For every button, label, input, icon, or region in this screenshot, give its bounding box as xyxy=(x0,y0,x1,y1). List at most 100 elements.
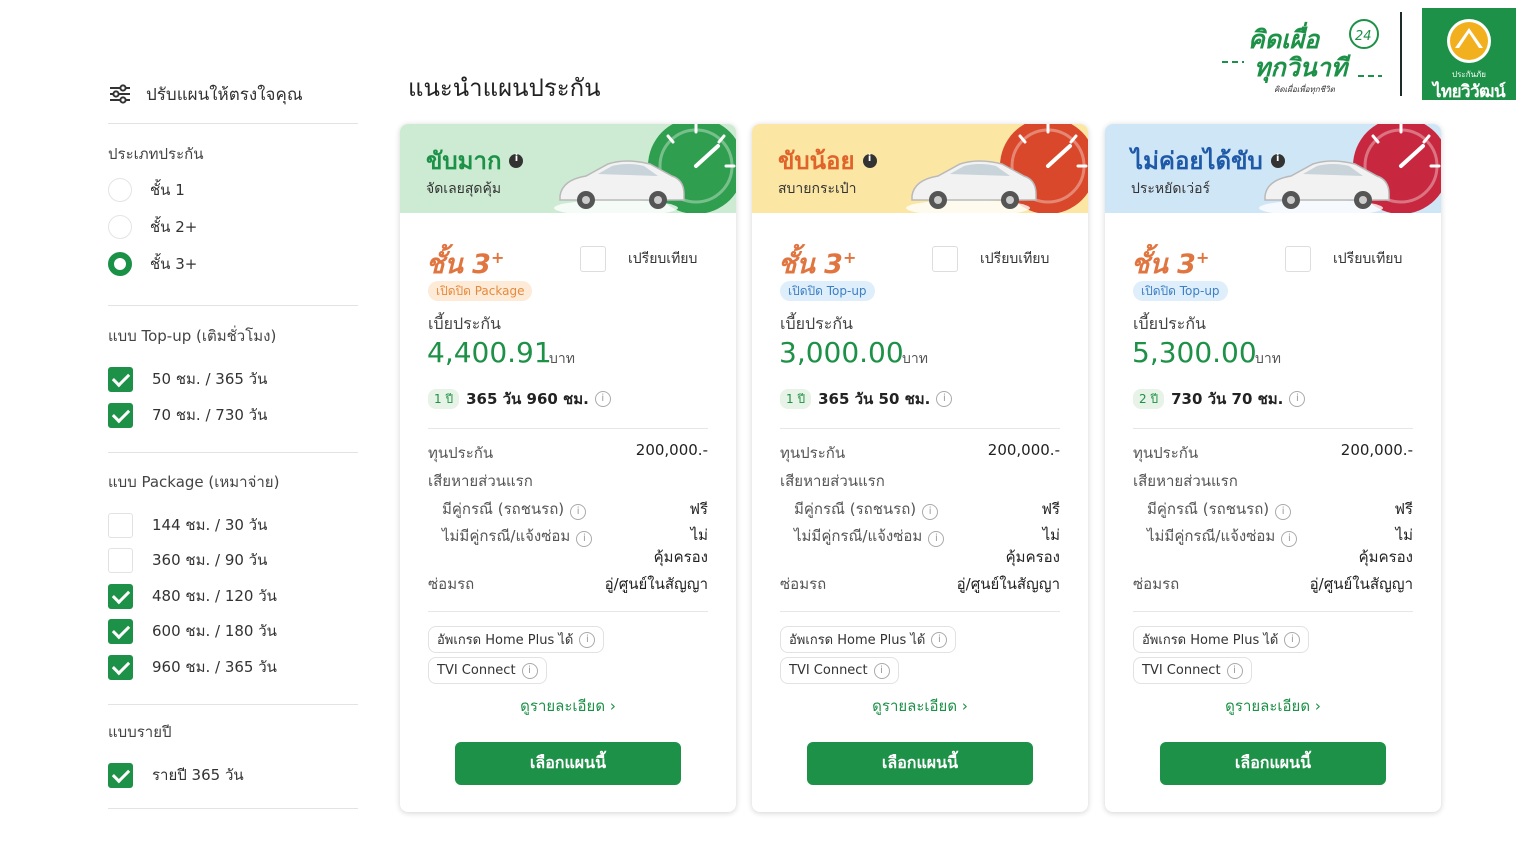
checkbox-topup-50[interactable]: 50 ชม. / 365 วัน xyxy=(108,366,267,392)
info-icon[interactable]: i xyxy=(570,504,587,520)
coverage-class-text: ชั้น 3 xyxy=(426,249,491,280)
plan-card: ขับมาก จัดเลยสุดคุ้ม xyxy=(400,124,736,812)
radio-class-1[interactable]: ชั้น 1 xyxy=(108,177,185,203)
chip-home-plus[interactable]: อัพเกรด Home Plus ได้ i xyxy=(1133,626,1310,653)
compare-checkbox[interactable] xyxy=(932,246,958,272)
info-icon[interactable]: i xyxy=(576,531,593,547)
chip-home-plus[interactable]: อัพเกรด Home Plus ได้ i xyxy=(428,626,605,653)
view-details-link[interactable]: ดูรายละเอียด › xyxy=(1105,694,1441,718)
radio-button[interactable] xyxy=(108,215,132,239)
checkbox[interactable] xyxy=(108,654,133,680)
group-title-insurance-type: ประเภทประกัน xyxy=(108,145,204,163)
chip-home-plus[interactable]: อัพเกรด Home Plus ได้ i xyxy=(780,626,957,653)
repair-label: ซ่อมรถ xyxy=(780,575,827,593)
compare-checkbox[interactable] xyxy=(1285,246,1311,272)
info-icon[interactable]: i xyxy=(873,662,890,679)
checkbox-package-600[interactable]: 600 ชม. / 180 วัน xyxy=(108,618,277,644)
checkbox[interactable] xyxy=(108,402,133,428)
info-icon[interactable]: i xyxy=(922,504,939,520)
divider xyxy=(108,704,358,705)
price-unit: บาท xyxy=(902,351,928,367)
info-icon[interactable]: i xyxy=(1226,662,1243,679)
deductible-label: เสียหายส่วนแรก xyxy=(780,472,885,490)
premium-label: เบี้ยประกัน xyxy=(428,314,501,333)
divider xyxy=(108,808,358,809)
divider xyxy=(1133,428,1413,429)
chip-tvi-connect[interactable]: TVI Connect i xyxy=(428,657,547,684)
chip-tvi-connect[interactable]: TVI Connect i xyxy=(780,657,899,684)
chip-label: อัพเกรด Home Plus ได้ xyxy=(437,633,574,648)
checkbox[interactable] xyxy=(108,583,133,609)
repair-label: ซ่อมรถ xyxy=(428,575,475,593)
chip-label: TVI Connect xyxy=(1142,663,1221,678)
info-icon[interactable] xyxy=(862,153,877,168)
checkbox[interactable] xyxy=(108,618,133,644)
info-icon[interactable]: i xyxy=(579,631,596,648)
radio-button[interactable] xyxy=(108,178,132,202)
info-icon[interactable]: i xyxy=(931,631,948,648)
checkbox-package-144[interactable]: 144 ชม. / 30 วัน xyxy=(108,512,267,538)
premium-label: เบี้ยประกัน xyxy=(780,314,853,333)
page-title: แนะนำแผนประกัน xyxy=(408,74,601,102)
sidebar-heading[interactable]: ปรับแผนให้ตรงใจคุณ xyxy=(108,78,303,110)
checkbox[interactable] xyxy=(108,366,133,392)
no-party-row: ไม่มีคู่กรณี/แจ้งซ่อม i xyxy=(794,524,945,548)
info-icon[interactable]: i xyxy=(1289,391,1306,407)
option-label: 600 ชม. / 180 วัน xyxy=(152,622,277,640)
coverage-class-text: ชั้น 3 xyxy=(778,249,843,280)
group-title-topup: แบบ Top-up (เติมชั่วโมง) xyxy=(108,327,277,345)
plan-subtitle: จัดเลยสุดคุ้ม xyxy=(426,181,502,197)
coverage-class: ชั้น 3+ xyxy=(1131,242,1209,285)
chip-label: TVI Connect xyxy=(789,663,868,678)
group-title-annual: แบบรายปี xyxy=(108,723,172,741)
car-gauge-illustration xyxy=(554,124,736,213)
sum-insured-label: ทุนประกัน xyxy=(428,444,494,462)
no-party-label: ไม่มีคู่กรณี/แจ้งซ่อม xyxy=(442,527,571,545)
option-label: ชั้น 1 xyxy=(150,181,185,199)
with-party-value: ฟรี xyxy=(689,500,708,518)
option-label: 144 ชม. / 30 วัน xyxy=(152,516,268,534)
checkbox[interactable] xyxy=(108,547,133,573)
choose-plan-button[interactable]: เลือกแผนนี้ xyxy=(455,742,681,785)
info-icon[interactable]: i xyxy=(1275,504,1292,520)
view-details-link[interactable]: ดูรายละเอียด › xyxy=(400,694,736,718)
compare-label: เปรียบเทียบ xyxy=(628,251,698,267)
info-icon[interactable]: i xyxy=(521,662,538,679)
slogan-line2: ทุกวินาที xyxy=(1254,53,1351,83)
plan-header: ขับมาก จัดเลยสุดคุ้ม xyxy=(400,124,736,213)
duration-text: 365 วัน 960 ชม. xyxy=(466,390,589,408)
divider xyxy=(1133,611,1413,612)
info-icon[interactable]: i xyxy=(936,391,953,407)
compare-checkbox[interactable] xyxy=(580,246,606,272)
checkbox-package-480[interactable]: 480 ชม. / 120 วัน xyxy=(108,583,277,609)
checkbox[interactable] xyxy=(108,512,133,538)
info-icon[interactable]: i xyxy=(928,531,945,547)
plan-name: ไม่ค่อยได้ขับ xyxy=(1131,147,1263,175)
choose-plan-button[interactable]: เลือกแผนนี้ xyxy=(807,742,1033,785)
no-party-label: ไม่มีคู่กรณี/แจ้งซ่อม xyxy=(794,527,923,545)
info-icon[interactable] xyxy=(509,153,524,168)
radio-button-selected[interactable] xyxy=(108,252,132,276)
chip-tvi-connect[interactable]: TVI Connect i xyxy=(1133,657,1252,684)
checkbox-topup-70[interactable]: 70 ชม. / 730 วัน xyxy=(108,402,267,428)
info-icon[interactable]: i xyxy=(1284,631,1301,648)
plan-name: ขับน้อย xyxy=(778,147,855,175)
radio-class-3plus[interactable]: ชั้น 3+ xyxy=(108,251,197,277)
info-icon[interactable]: i xyxy=(1281,531,1298,547)
checkbox-package-360[interactable]: 360 ชม. / 90 วัน xyxy=(108,547,267,573)
option-label: รายปี 365 วัน xyxy=(152,766,244,784)
checkbox-package-960[interactable]: 960 ชม. / 365 วัน xyxy=(108,654,277,680)
checkbox[interactable] xyxy=(108,762,133,788)
duration-text: 730 วัน 70 ชม. xyxy=(1171,390,1284,408)
plan-name-wrap: ขับน้อย xyxy=(778,141,877,180)
no-party-row: ไม่มีคู่กรณี/แจ้งซ่อม i xyxy=(442,524,593,548)
view-details-link[interactable]: ดูรายละเอียด › xyxy=(752,694,1088,718)
checkbox-annual-365[interactable]: รายปี 365 วัน xyxy=(108,762,244,788)
with-party-value: ฟรี xyxy=(1394,500,1413,518)
radio-class-2plus[interactable]: ชั้น 2+ xyxy=(108,214,197,240)
years-badge: 2 ปี xyxy=(1133,389,1165,409)
coverage-class-sup: + xyxy=(1195,248,1210,267)
info-icon[interactable]: i xyxy=(594,391,611,407)
choose-plan-button[interactable]: เลือกแผนนี้ xyxy=(1160,742,1386,785)
with-party-label: มีคู่กรณี (รถชนรถ) xyxy=(442,500,565,518)
